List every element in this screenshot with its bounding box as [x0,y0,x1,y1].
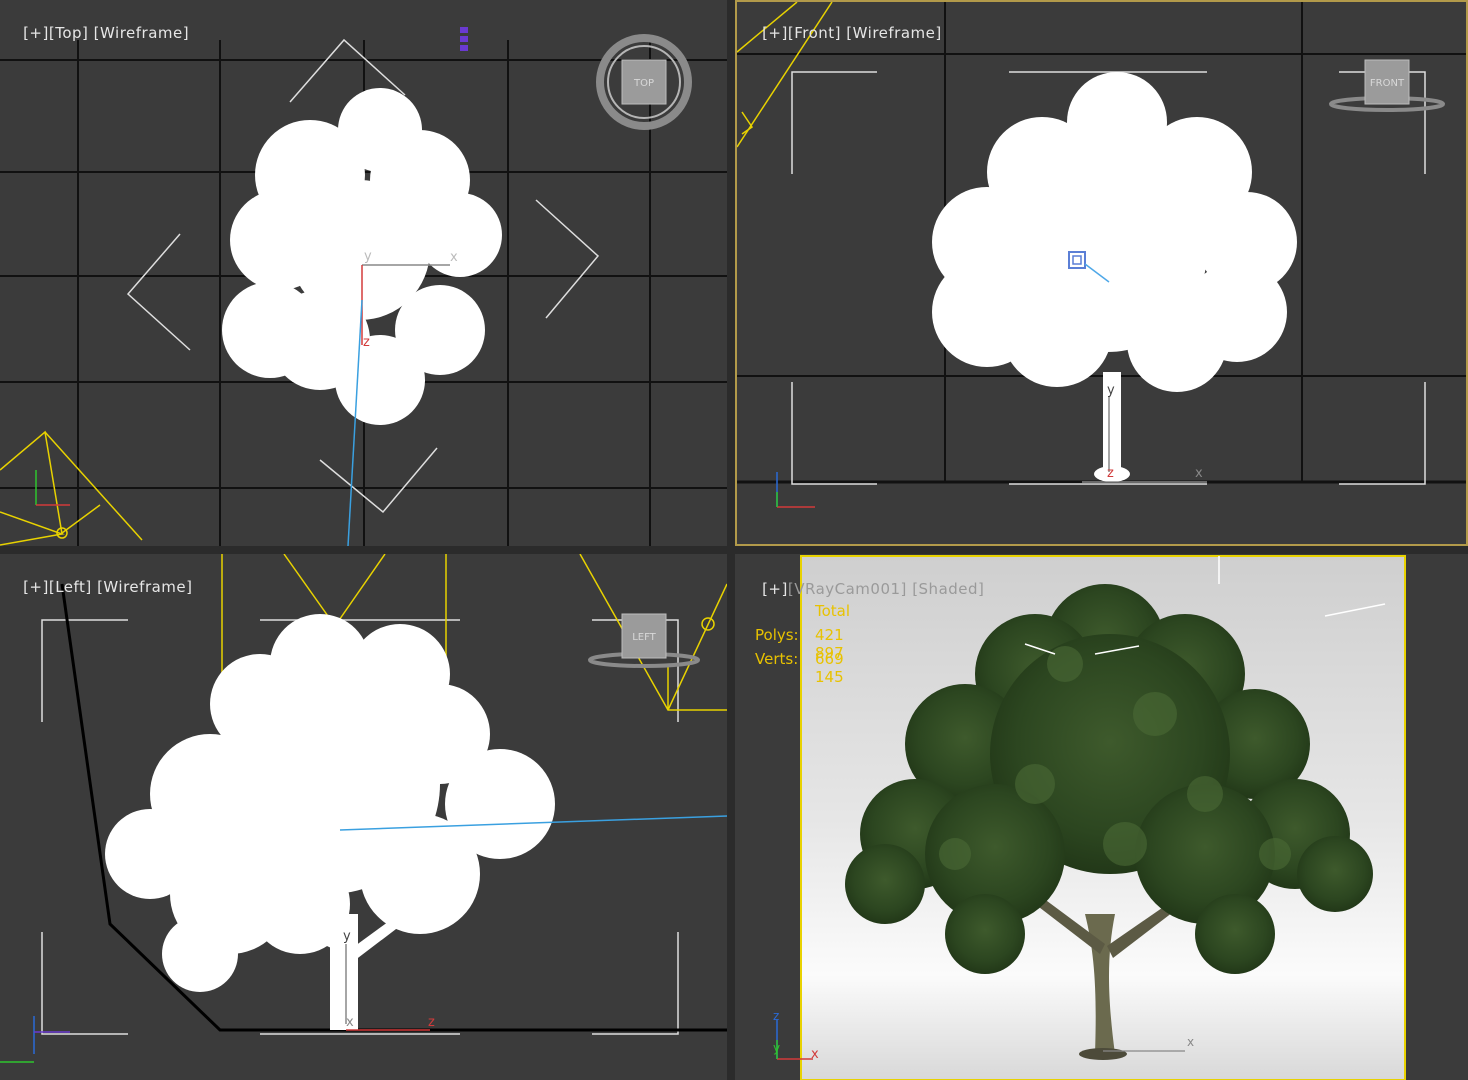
viewport-mode-button[interactable]: [Shaded] [912,580,984,598]
navcube-left[interactable]: LEFT [588,612,700,672]
viewport-view-button[interactable]: [VRayCam001] [788,580,907,598]
viewport-menu-button[interactable]: [+] [762,24,788,42]
navcube-front[interactable]: FRONT [1329,58,1445,118]
tree-silhouette [222,88,502,425]
viewport-mode-button[interactable]: [Wireframe] [97,578,192,596]
world-axis [776,472,815,508]
light-marker [460,27,468,51]
svg-text:LEFT: LEFT [632,632,656,643]
svg-text:x: x [1195,466,1203,481]
world-axis [0,1016,70,1063]
viewport-label-camera: [+][VRayCam001] [Shaded] [741,562,984,616]
svg-text:x: x [1187,1035,1194,1049]
svg-text:FRONT: FRONT [1370,78,1405,89]
pivot-gizmo: y x z [1082,383,1207,483]
camera-scene: z y x x [773,555,1406,1080]
viewport-label-left: [+][Left] [Wireframe] [2,560,193,614]
svg-text:y: y [1107,383,1115,398]
svg-text:z: z [363,335,370,350]
viewport-camera[interactable]: z y x x [+][VRayCam001] [Shaded] Total P… [735,554,1468,1080]
viewport-top[interactable]: x y z TOP [+][Top] [Wireframe] [0,0,727,546]
svg-text:y: y [364,249,372,264]
verts-value: 669 145 [815,650,844,686]
svg-text:x: x [346,1015,354,1030]
svg-text:x: x [450,250,458,265]
viewport-view-button[interactable]: [Front] [788,24,841,42]
verts-label: Verts: [755,650,799,668]
navcube-icon: FRONT [1329,59,1445,112]
viewport-menu-button[interactable]: [+] [23,578,49,596]
polys-label: Polys: [755,626,799,644]
svg-text:z: z [773,1009,779,1023]
svg-text:TOP: TOP [633,78,654,89]
viewport-view-button[interactable]: [Top] [49,24,89,42]
navcube-icon: LEFT [588,613,700,668]
navcube-icon: TOP [596,34,692,130]
tree-silhouette [105,614,555,1030]
svg-text:x: x [811,1047,819,1062]
navcube-top[interactable]: TOP [592,30,696,134]
viewport-label-top: [+][Top] [Wireframe] [2,6,189,60]
stats-header: Total [815,602,851,620]
viewport-menu-button[interactable]: [+] [23,24,49,42]
viewport-left[interactable]: y z x LEFT [+][Left] [Wireframe] [0,554,727,1080]
viewport-mode-button[interactable]: [Wireframe] [846,24,941,42]
viewport-mode-button[interactable]: [Wireframe] [94,24,189,42]
tree-silhouette [932,72,1297,482]
viewport-view-button[interactable]: [Left] [49,578,92,596]
svg-text:y: y [773,1041,780,1055]
svg-text:z: z [1107,466,1114,481]
viewport-label-front: [+][Front] [Wireframe] [741,6,942,60]
svg-text:y: y [343,929,351,944]
svg-text:z: z [428,1015,435,1030]
viewport-front[interactable]: y x z FRONT [+][Front] [Wireframe] [735,0,1468,546]
viewport-menu-button[interactable]: [+] [762,580,788,598]
